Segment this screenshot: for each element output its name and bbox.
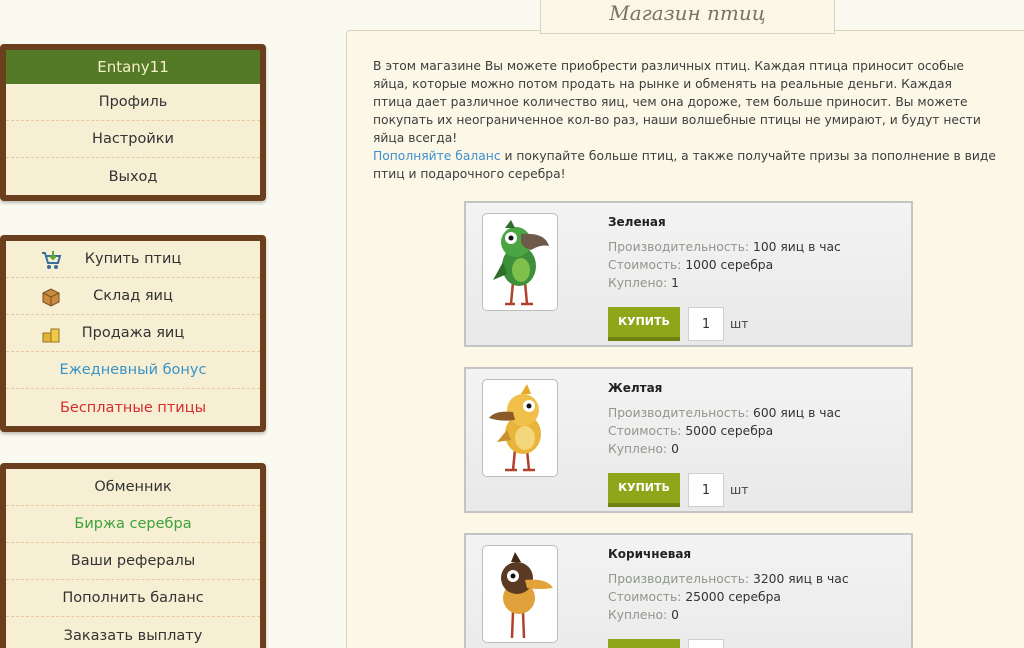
shop-menu: Купить птиц Склад яиц Продажа яиц Ежедне… [0, 235, 266, 432]
cost-label: Стоимость: [608, 424, 682, 438]
bought-value: 0 [671, 608, 679, 622]
menu-item-profile[interactable]: Профиль [6, 84, 260, 121]
user-menu: Entany11 Профиль Настройки Выход [0, 44, 266, 201]
menu-item-withdraw[interactable]: Заказать выплату [6, 617, 260, 648]
bird-bought: Куплено: 0 [608, 442, 679, 456]
topup-link[interactable]: Пополняйте баланс [373, 149, 501, 163]
menu-item-buy-birds[interactable]: Купить птиц [6, 241, 260, 278]
bird-productivity: Производительность: 100 яиц в час [608, 240, 841, 254]
brown-bird-image [482, 545, 558, 643]
finance-menu: Обменник Биржа серебра Ваши рефералы Поп… [0, 463, 266, 648]
cart-icon [40, 249, 62, 271]
bird-cost: Стоимость: 25000 серебра [608, 590, 781, 604]
productivity-label: Производительность: [608, 240, 750, 254]
username-label: Entany11 [6, 50, 260, 84]
bird-cost: Стоимость: 5000 серебра [608, 424, 773, 438]
menu-item-exchanger[interactable]: Обменник [6, 469, 260, 506]
cost-value: 1000 серебра [685, 258, 774, 272]
menu-item-silver-exchange[interactable]: Биржа серебра [6, 506, 260, 543]
cost-label: Стоимость: [608, 258, 682, 272]
bird-cost: Стоимость: 1000 серебра [608, 258, 773, 272]
cost-value: 25000 серебра [685, 590, 781, 604]
bird-name: Зеленая [608, 215, 666, 229]
quantity-input[interactable] [688, 473, 724, 507]
page-title: Магазин птиц [540, 0, 835, 34]
cost-label: Стоимость: [608, 590, 682, 604]
yellow-bird-image [482, 379, 558, 477]
menu-label-sell-eggs: Продажа яиц [81, 325, 185, 341]
quantity-unit: шт [730, 483, 749, 497]
coins-icon [40, 323, 62, 345]
buy-button[interactable] [608, 639, 680, 648]
bird-card-yellow: Желтая Производительность: 600 яиц в час… [464, 367, 913, 513]
menu-item-logout[interactable]: Выход [6, 158, 260, 195]
productivity-value: 100 яиц в час [753, 240, 841, 254]
bird-card-green: Зеленая Производительность: 100 яиц в ча… [464, 201, 913, 347]
bird-bought: Куплено: 0 [608, 608, 679, 622]
topup-paragraph: Пополняйте баланс и покупайте больше пти… [373, 147, 1023, 183]
menu-item-daily-bonus[interactable]: Ежедневный бонус [6, 352, 260, 389]
box-icon [40, 286, 62, 308]
menu-item-topup[interactable]: Пополнить баланс [6, 580, 260, 617]
menu-label-buy-birds: Купить птиц [84, 251, 182, 267]
buy-button[interactable]: КУПИТЬ [608, 473, 680, 507]
menu-item-referrals[interactable]: Ваши рефералы [6, 543, 260, 580]
bought-label: Куплено: [608, 608, 668, 622]
bird-bought: Куплено: 1 [608, 276, 679, 290]
bird-card-brown: Коричневая Производительность: 3200 яиц … [464, 533, 913, 648]
user-menu-inner: Entany11 Профиль Настройки Выход [6, 50, 260, 195]
buy-button[interactable]: КУПИТЬ [608, 307, 680, 341]
green-bird-image [482, 213, 558, 311]
productivity-label: Производительность: [608, 406, 750, 420]
bought-label: Куплено: [608, 276, 668, 290]
shop-menu-inner: Купить птиц Склад яиц Продажа яиц Ежедне… [6, 241, 260, 426]
bought-value: 0 [671, 442, 679, 456]
bought-value: 1 [671, 276, 679, 290]
bought-label: Куплено: [608, 442, 668, 456]
menu-item-egg-storage[interactable]: Склад яиц [6, 278, 260, 315]
shop-intro-text: В этом магазине Вы можете приобрести раз… [373, 59, 981, 145]
cost-value: 5000 серебра [685, 424, 774, 438]
finance-menu-inner: Обменник Биржа серебра Ваши рефералы Поп… [6, 469, 260, 648]
menu-item-free-birds[interactable]: Бесплатные птицы [6, 389, 260, 426]
menu-item-settings[interactable]: Настройки [6, 121, 260, 158]
bird-name: Коричневая [608, 547, 692, 561]
menu-label-egg-storage: Склад яиц [93, 288, 173, 304]
bird-productivity: Производительность: 3200 яиц в час [608, 572, 849, 586]
quantity-input[interactable] [688, 307, 724, 341]
quantity-unit: шт [730, 317, 749, 331]
bird-name: Желтая [608, 381, 663, 395]
quantity-input[interactable] [688, 639, 724, 648]
menu-item-sell-eggs[interactable]: Продажа яиц [6, 315, 260, 352]
productivity-value: 3200 яиц в час [753, 572, 849, 586]
shop-panel: В этом магазине Вы можете приобрести раз… [346, 30, 1024, 648]
productivity-value: 600 яиц в час [753, 406, 841, 420]
bird-productivity: Производительность: 600 яиц в час [608, 406, 841, 420]
productivity-label: Производительность: [608, 572, 750, 586]
